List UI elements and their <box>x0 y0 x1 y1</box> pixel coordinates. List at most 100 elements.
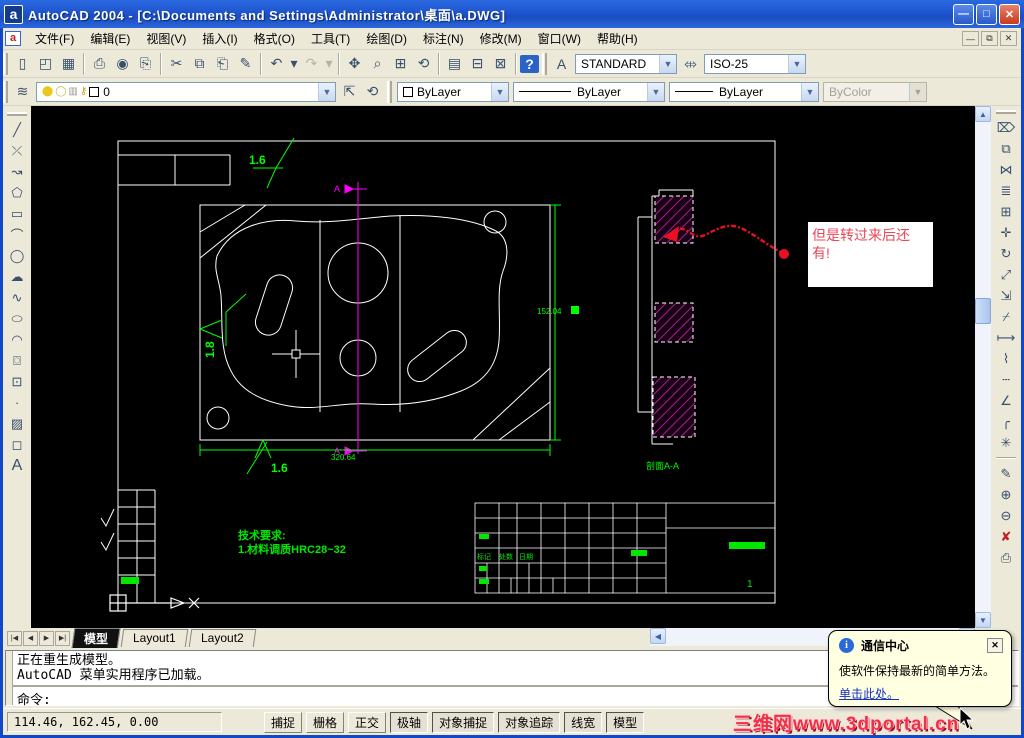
region-button[interactable]: ◻ <box>5 434 29 455</box>
scale-button[interactable]: ⤢ <box>994 264 1018 285</box>
menu-insert[interactable]: 插入(I) <box>194 27 245 50</box>
redo-button[interactable]: ↷ <box>300 53 323 75</box>
line-button[interactable]: ╱ <box>5 119 29 140</box>
match-properties-button[interactable]: ✎ <box>234 53 257 75</box>
chamfer-button[interactable]: ∠ <box>994 390 1018 411</box>
arc-button[interactable]: ⌒ <box>5 224 29 245</box>
publish-button[interactable]: ⎘ <box>134 53 157 75</box>
zoom-window-button[interactable]: ⊞ <box>389 53 412 75</box>
tab-nav-first[interactable]: |◀ <box>7 630 22 646</box>
array-button[interactable]: ⊞ <box>994 201 1018 222</box>
mdi-close-button[interactable]: ✕ <box>1000 31 1017 46</box>
plot-button[interactable]: ⎙ <box>88 53 111 75</box>
toolbar-grip[interactable] <box>542 52 547 75</box>
extend-button[interactable]: ⟼ <box>994 327 1018 348</box>
help-button[interactable]: ? <box>520 54 539 73</box>
discard-edits-button[interactable]: ✘ <box>994 526 1018 547</box>
hatch-button[interactable]: ▨ <box>5 413 29 434</box>
drawing-canvas[interactable]: A A 152.04 320.64 1.6 1.8 1.6 剖面A-A 但是转过… <box>31 106 975 628</box>
mdi-restore-button[interactable]: ⧉ <box>981 31 998 46</box>
erase-button[interactable]: ⌦ <box>994 117 1018 138</box>
undo-dropdown[interactable]: ▾ <box>288 53 300 75</box>
layer-manager-button[interactable]: ≋ <box>11 81 34 103</box>
ortho-toggle[interactable]: 正交 <box>348 711 387 733</box>
move-button[interactable]: ✛ <box>994 222 1018 243</box>
menu-draw[interactable]: 绘图(D) <box>358 27 415 50</box>
tab-layout2[interactable]: Layout2 <box>188 629 256 647</box>
menu-file[interactable]: 文件(F) <box>27 27 82 50</box>
model-toggle[interactable]: 模型 <box>606 711 645 733</box>
rotate-button[interactable]: ↻ <box>994 243 1018 264</box>
tab-layout1[interactable]: Layout1 <box>120 629 188 647</box>
scroll-up-button[interactable]: ▲ <box>975 106 991 122</box>
fillet-button[interactable]: ╭ <box>994 411 1018 432</box>
zoom-previous-button[interactable]: ⟲ <box>412 53 435 75</box>
snap-toggle[interactable]: 捕捉 <box>264 711 303 733</box>
open-button[interactable]: ◰ <box>34 53 57 75</box>
construction-line-button[interactable]: ⤫ <box>5 140 29 161</box>
stretch-button[interactable]: ⇲ <box>994 285 1018 306</box>
menu-edit[interactable]: 编辑(E) <box>82 27 138 50</box>
remove-objects-button[interactable]: ⊖ <box>994 505 1018 526</box>
cut-button[interactable]: ✂ <box>165 53 188 75</box>
add-objects-button[interactable]: ⊕ <box>994 484 1018 505</box>
vertical-scrollbar[interactable]: ▲ ▼ <box>975 106 991 628</box>
ellipse-button[interactable]: ⬭ <box>5 308 29 329</box>
mdi-minimize-button[interactable]: — <box>962 31 979 46</box>
redo-dropdown[interactable]: ▾ <box>323 53 335 75</box>
linetype-dropdown[interactable]: ByLayer ▼ <box>513 81 665 102</box>
text-style-dropdown[interactable]: STANDARD ▼ <box>575 53 677 74</box>
zoom-realtime-button[interactable]: ⌕ <box>366 53 389 75</box>
copy-button[interactable]: ⧉ <box>994 138 1018 159</box>
properties-button[interactable]: ▤ <box>443 53 466 75</box>
otrack-toggle[interactable]: 对象追踪 <box>498 711 561 733</box>
color-dropdown[interactable]: ByLayer ▼ <box>397 81 509 102</box>
tab-nav-last[interactable]: ▶| <box>55 630 70 646</box>
layer-previous-button[interactable]: ⟲ <box>361 81 384 103</box>
point-button[interactable]: ∙ <box>5 392 29 413</box>
undo-button[interactable]: ↶ <box>265 53 288 75</box>
make-object-layer-current-button[interactable]: ⇱ <box>338 81 361 103</box>
trim-button[interactable]: ⌿ <box>994 306 1018 327</box>
save-button[interactable]: ▦ <box>57 53 80 75</box>
polar-toggle[interactable]: 极轴 <box>390 711 429 733</box>
minimize-button[interactable]: — <box>953 3 974 25</box>
menu-dimension[interactable]: 标注(N) <box>415 27 472 50</box>
break-button[interactable]: ┄ <box>994 369 1018 390</box>
ellipse-arc-button[interactable]: ◠ <box>5 329 29 350</box>
command-window-grip[interactable] <box>6 651 13 705</box>
toolbar-grip[interactable] <box>7 112 27 116</box>
menu-tools[interactable]: 工具(T) <box>303 27 358 50</box>
layer-dropdown[interactable]: ⬤ ◯ ▥ ⚷ 0 ▼ <box>36 81 336 102</box>
balloon-link[interactable]: 单击此处。 <box>839 685 1003 702</box>
menu-modify[interactable]: 修改(M) <box>472 27 530 50</box>
edit-reference-button[interactable]: ✎ <box>994 463 1018 484</box>
vertical-scroll-thumb[interactable] <box>975 298 991 324</box>
balloon-close-button[interactable]: ✕ <box>987 638 1003 653</box>
offset-button[interactable]: ≣ <box>994 180 1018 201</box>
menu-view[interactable]: 视图(V) <box>138 27 194 50</box>
polygon-button[interactable]: ⬠ <box>5 182 29 203</box>
maximize-button[interactable]: □ <box>976 3 997 25</box>
polyline-button[interactable]: ↝ <box>5 161 29 182</box>
menu-help[interactable]: 帮助(H) <box>589 27 646 50</box>
toolbar-grip[interactable] <box>996 110 1016 114</box>
toolbar-grip[interactable] <box>3 80 8 103</box>
explode-button[interactable]: ✳ <box>994 432 1018 453</box>
menu-window[interactable]: 窗口(W) <box>530 27 589 50</box>
grid-toggle[interactable]: 栅格 <box>306 711 345 733</box>
revision-cloud-button[interactable]: ☁ <box>5 266 29 287</box>
save-edits-button[interactable]: ⎙ <box>994 547 1018 568</box>
mirror-button[interactable]: ⋈ <box>994 159 1018 180</box>
menu-format[interactable]: 格式(O) <box>246 27 303 50</box>
lineweight-toggle[interactable]: 线宽 <box>564 711 603 733</box>
break-at-point-button[interactable]: ⌇ <box>994 348 1018 369</box>
close-button[interactable]: ✕ <box>999 3 1020 25</box>
coordinates-readout[interactable]: 114.46, 162.45, 0.00 <box>7 712 222 732</box>
dim-style-dropdown[interactable]: ISO-25 ▼ <box>704 53 806 74</box>
toolbar-grip[interactable] <box>387 80 392 103</box>
spline-button[interactable]: ∿ <box>5 287 29 308</box>
toolbar-grip[interactable] <box>3 52 8 75</box>
scroll-down-button[interactable]: ▼ <box>975 612 991 628</box>
circle-button[interactable]: ◯ <box>5 245 29 266</box>
